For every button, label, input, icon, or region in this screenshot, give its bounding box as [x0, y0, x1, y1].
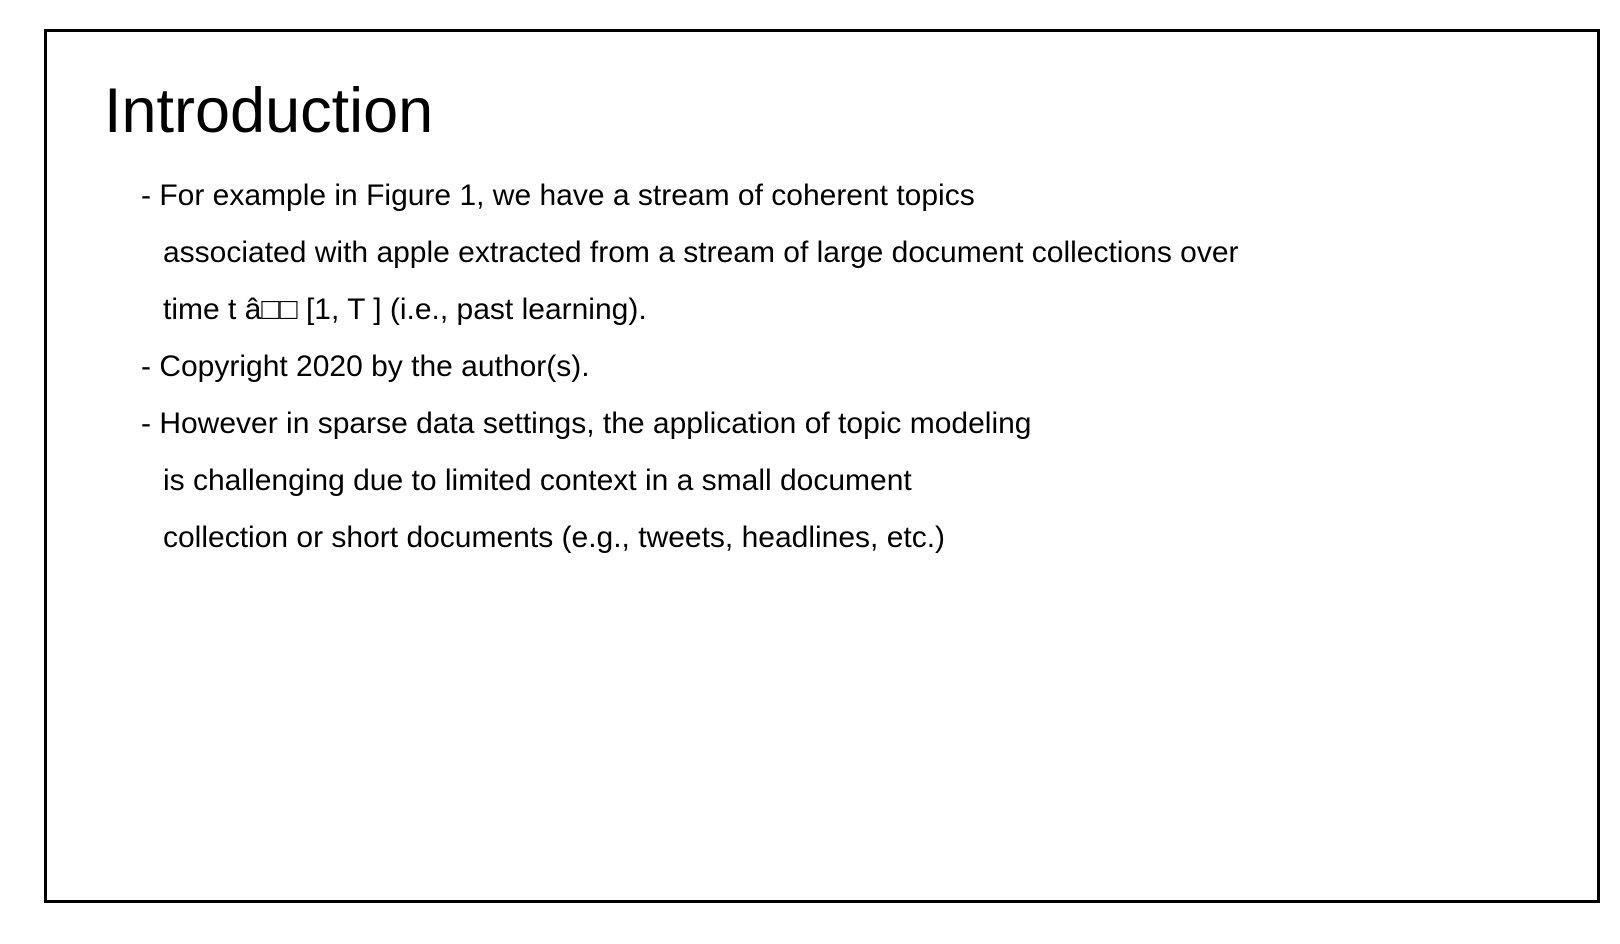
bullet-item: - For example in Figure 1, we have a str… — [141, 167, 1541, 338]
slide-frame: Introduction - For example in Figure 1, … — [44, 29, 1600, 903]
bullet-line: - However in sparse data settings, the a… — [141, 407, 1032, 440]
bullet-line: - For example in Figure 1, we have a str… — [141, 179, 975, 212]
bullet-continuation-line: is challenging due to limited context in… — [163, 464, 912, 497]
slide-content: - For example in Figure 1, we have a str… — [141, 167, 1541, 566]
bullet-continuation-line: collection or short documents (e.g., twe… — [163, 521, 946, 554]
bullet-item: - However in sparse data settings, the a… — [141, 395, 1541, 566]
bullet-continuation-line: associated with apple extracted from a s… — [163, 236, 1239, 269]
bullet-item: - Copyright 2020 by the author(s). — [141, 338, 1541, 395]
bullet-line: - Copyright 2020 by the author(s). — [141, 350, 590, 383]
bullet-continuation-line: time t â□□ [1, T ] (i.e., past learning)… — [163, 293, 647, 326]
slide-title: Introduction — [104, 76, 434, 146]
